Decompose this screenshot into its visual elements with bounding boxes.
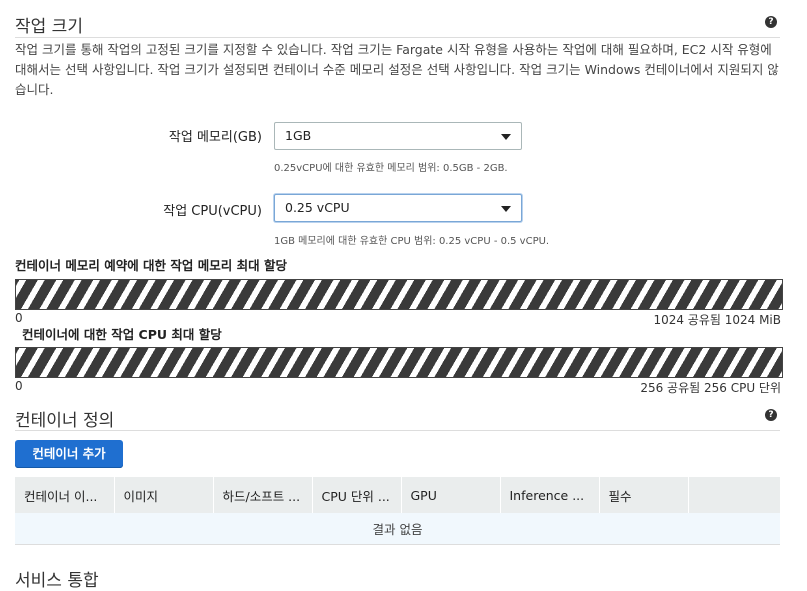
help-icon[interactable]: ? (765, 16, 777, 28)
memory-alloc-title: 컨테이너 메모리 예약에 대한 작업 메모리 최대 할당 (15, 258, 287, 273)
service-integration-title: 서비스 통합 (15, 571, 99, 591)
column-header[interactable]: GPU (401, 477, 501, 513)
memory-alloc-min: 0 (15, 311, 23, 325)
column-header[interactable]: 컨테이너 이... (15, 477, 115, 513)
table-header-row: 컨테이너 이... 이미지 하드/소프트 ... CPU 단위 ... GPU … (15, 477, 781, 513)
column-header[interactable]: 이미지 (114, 477, 214, 513)
memory-alloc-bar[interactable] (15, 279, 783, 310)
table-row: 결과 없음 (15, 513, 780, 545)
empty-results: 결과 없음 (15, 513, 780, 545)
help-icon[interactable]: ? (765, 409, 777, 421)
task-cpu-value: 0.25 vCPU (285, 200, 350, 215)
column-header[interactable]: Inference ... (500, 477, 600, 513)
task-size-title: 작업 크기 (15, 17, 83, 37)
task-memory-hint: 0.25vCPU에 대한 유효한 메모리 범위: 0.5GB - 2GB. (274, 163, 508, 174)
memory-alloc-max: 1024 공유됨 1024 MiB (653, 313, 781, 327)
cpu-alloc-max: 256 공유됨 256 CPU 단위 (640, 381, 781, 395)
column-header[interactable]: 필수 (599, 477, 689, 513)
cpu-alloc-min: 0 (15, 379, 23, 393)
task-cpu-select[interactable]: 0.25 vCPU (274, 194, 522, 222)
task-memory-label: 작업 메모리(GB) (168, 130, 262, 145)
column-header[interactable]: 하드/소프트 ... (213, 477, 313, 513)
task-cpu-label: 작업 CPU(vCPU) (163, 204, 262, 219)
add-container-button[interactable]: 컨테이너 추가 (15, 440, 123, 468)
chevron-down-icon (501, 134, 511, 140)
column-header[interactable]: CPU 단위 ... (312, 477, 402, 513)
containers-table: 컨테이너 이... 이미지 하드/소프트 ... CPU 단위 ... GPU … (15, 477, 781, 545)
section-divider (15, 430, 780, 431)
column-header (688, 477, 781, 513)
cpu-alloc-bar[interactable] (15, 347, 783, 378)
cpu-alloc-title: 컨테이너에 대한 작업 CPU 최대 할당 (22, 327, 222, 342)
task-memory-value: 1GB (285, 128, 312, 143)
task-cpu-hint: 1GB 메모리에 대한 유효한 CPU 범위: 0.25 vCPU - 0.5 … (274, 236, 550, 247)
task-memory-select[interactable]: 1GB (274, 122, 522, 150)
task-size-description: 작업 크기를 통해 작업의 고정된 크기를 지정할 수 있습니다. 작업 크기는… (15, 42, 779, 97)
chevron-down-icon (501, 206, 511, 212)
section-divider (15, 37, 780, 38)
containers-title: 컨테이너 정의 (15, 411, 115, 431)
